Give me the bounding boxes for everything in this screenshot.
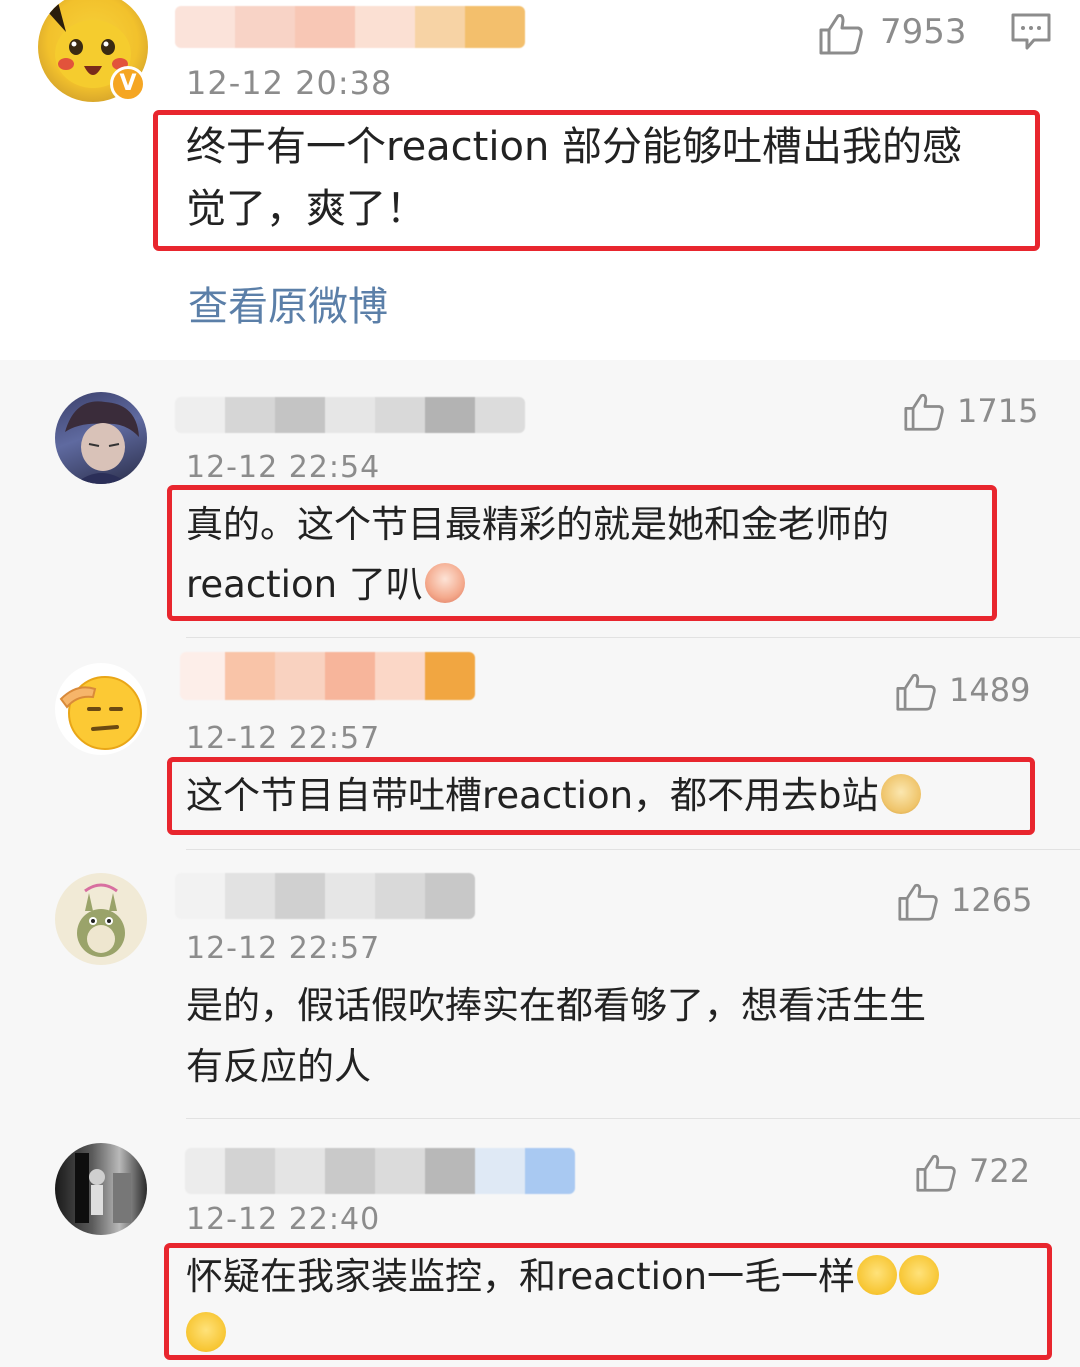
- blurred-username[interactable]: [175, 397, 525, 433]
- comment-text-line2: 有反应的人: [186, 1045, 371, 1088]
- divider: [186, 849, 1080, 850]
- blurred-username[interactable]: [180, 652, 475, 700]
- divider: [186, 637, 1080, 638]
- thumbs-up-icon[interactable]: [915, 1153, 957, 1193]
- comment-icon[interactable]: [1010, 12, 1052, 52]
- like-count: 7953: [880, 12, 967, 52]
- totoro-avatar[interactable]: [55, 873, 147, 965]
- blurred-username[interactable]: [175, 6, 525, 48]
- view-original-link[interactable]: 查看原微博: [188, 274, 388, 332]
- thumbs-up-icon[interactable]: [818, 12, 864, 56]
- comment-time: 12-12 20:38: [186, 64, 393, 102]
- verified-badge: V: [110, 66, 146, 102]
- highlight-box: [167, 757, 1035, 835]
- like-count: 722: [969, 1152, 1031, 1190]
- blurred-username[interactable]: [185, 1148, 575, 1194]
- highlight-box: [164, 1243, 1052, 1360]
- highlight-box: [167, 485, 997, 621]
- comment-time: 12-12 22:57: [186, 721, 381, 756]
- comment-time: 12-12 22:40: [186, 1202, 381, 1237]
- street-photo-avatar[interactable]: [55, 1143, 147, 1235]
- thumbs-up-icon[interactable]: [897, 882, 939, 922]
- top-comment: V 12-12 20:38 7953 终于有一个reaction 部分能够吐槽出…: [0, 0, 1080, 360]
- comment-text-line1: 是的，假话假吹捧实在都看够了，想看活生生: [186, 984, 926, 1027]
- blurred-username[interactable]: [175, 873, 475, 919]
- thumbs-up-icon[interactable]: [903, 392, 945, 432]
- divider: [186, 1118, 1080, 1119]
- comment-time: 12-12 22:57: [186, 931, 381, 966]
- like-count: 1489: [949, 671, 1031, 709]
- like-count: 1265: [951, 881, 1033, 919]
- comment-time: 12-12 22:54: [186, 450, 381, 485]
- thumbs-up-icon[interactable]: [895, 672, 937, 712]
- like-count: 1715: [957, 392, 1039, 430]
- salute-emoji-avatar[interactable]: [55, 663, 147, 755]
- anime-portrait-avatar[interactable]: [55, 392, 147, 484]
- highlight-box: [153, 110, 1040, 251]
